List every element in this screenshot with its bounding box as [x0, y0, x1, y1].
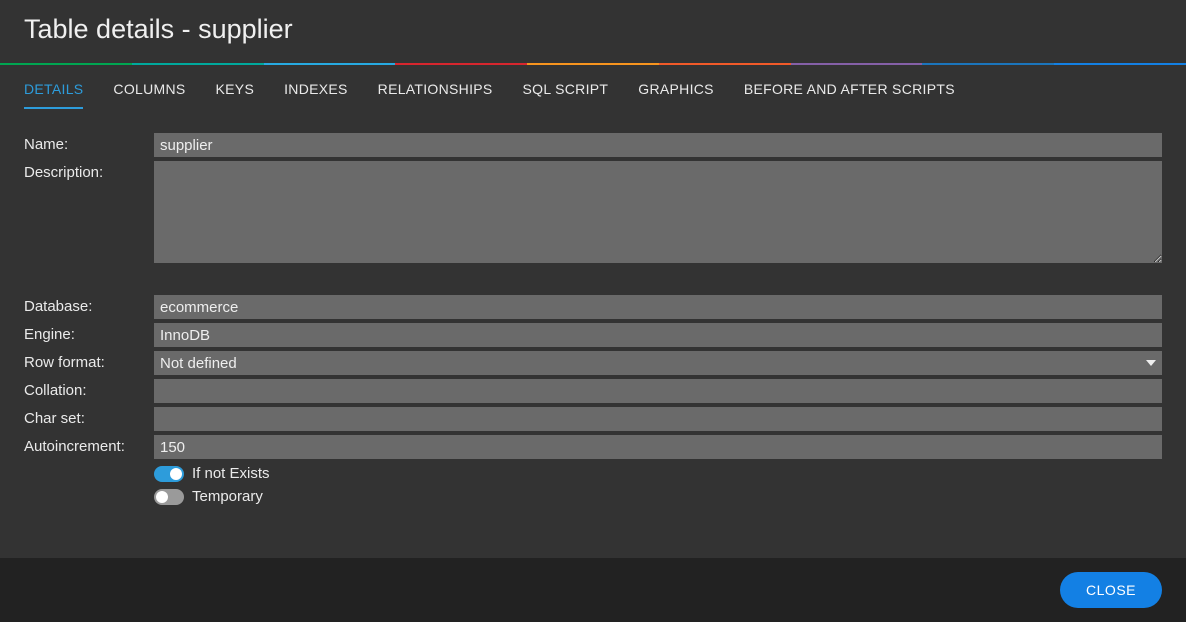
autoincrement-input[interactable]	[154, 435, 1162, 459]
label-char-set: Char set:	[24, 407, 154, 427]
label-engine: Engine:	[24, 323, 154, 343]
tab-details[interactable]: DETAILS	[24, 81, 83, 109]
row-database: Database:	[24, 295, 1162, 319]
label-description: Description:	[24, 161, 154, 181]
char-set-input[interactable]	[154, 407, 1162, 431]
label-autoincrement: Autoincrement:	[24, 435, 154, 455]
row-description: Description:	[24, 161, 1162, 263]
temporary-label: Temporary	[192, 488, 263, 505]
engine-input[interactable]	[154, 323, 1162, 347]
tab-indexes[interactable]: INDEXES	[284, 81, 348, 109]
dialog-footer: CLOSE	[0, 558, 1186, 622]
toggle-row-temporary: Temporary	[154, 488, 1162, 505]
table-details-dialog: Table details - supplier DETAILS COLUMNS K…	[0, 0, 1186, 622]
close-button[interactable]: CLOSE	[1060, 572, 1162, 608]
details-panel: Name: Description: Database: Engine: Row…	[0, 109, 1186, 558]
name-input[interactable]	[154, 133, 1162, 157]
row-row-format: Row format: Not defined	[24, 351, 1162, 375]
tab-relationships[interactable]: RELATIONSHIPS	[378, 81, 493, 109]
row-autoincrement: Autoincrement:	[24, 435, 1162, 459]
tabs-bar: DETAILS COLUMNS KEYS INDEXES RELATIONSHIPS SQ…	[0, 65, 1186, 109]
collation-input[interactable]	[154, 379, 1162, 403]
label-row-format: Row format:	[24, 351, 154, 371]
database-input[interactable]	[154, 295, 1162, 319]
if-not-exists-label: If not Exists	[192, 465, 270, 482]
if-not-exists-toggle[interactable]	[154, 466, 184, 482]
label-name: Name:	[24, 133, 154, 153]
tab-columns[interactable]: COLUMNS	[113, 81, 185, 109]
row-engine: Engine:	[24, 323, 1162, 347]
row-format-select[interactable]: Not defined	[154, 351, 1162, 375]
tab-graphics[interactable]: GRAPHICS	[638, 81, 714, 109]
dialog-title: Table details - supplier	[24, 14, 1162, 45]
row-name: Name:	[24, 133, 1162, 157]
description-textarea[interactable]	[154, 161, 1162, 263]
tab-before-and-after-scripts[interactable]: BEFORE AND AFTER SCRIPTS	[744, 81, 955, 109]
tab-keys[interactable]: KEYS	[216, 81, 255, 109]
row-char-set: Char set:	[24, 407, 1162, 431]
label-collation: Collation:	[24, 379, 154, 399]
tab-sql-script[interactable]: SQL SCRIPT	[523, 81, 609, 109]
label-database: Database:	[24, 295, 154, 315]
dialog-header: Table details - supplier	[0, 0, 1186, 63]
temporary-toggle[interactable]	[154, 489, 184, 505]
toggle-row-if-not-exists: If not Exists	[154, 465, 1162, 482]
row-collation: Collation:	[24, 379, 1162, 403]
